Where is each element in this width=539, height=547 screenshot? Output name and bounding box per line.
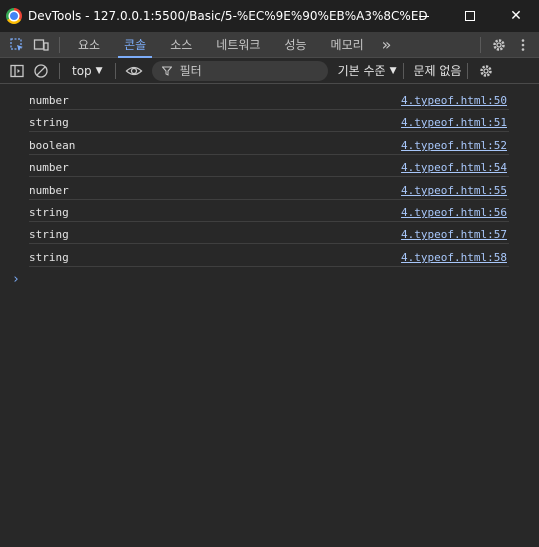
more-tabs-button[interactable]: » [376, 32, 398, 58]
inspect-element-button[interactable] [5, 33, 29, 57]
message-text: boolean [29, 139, 76, 152]
console-message: string 4.typeof.html:51 [29, 110, 509, 132]
message-text: number [29, 161, 69, 174]
source-link[interactable]: 4.typeof.html:57 [401, 228, 507, 241]
device-toggle-icon [33, 38, 49, 51]
eye-icon [125, 66, 143, 75]
divider [467, 62, 469, 79]
dropdown-caret-icon: ▼ [389, 65, 397, 76]
source-link[interactable]: 4.typeof.html:50 [401, 94, 507, 107]
settings-button[interactable] [487, 33, 511, 57]
more-options-button[interactable] [511, 33, 535, 57]
log-levels-label: 기본 수준 [337, 64, 386, 78]
filter-icon [161, 66, 172, 76]
console-message: string 4.typeof.html:58 [29, 245, 509, 267]
inspect-element-icon [10, 37, 23, 51]
divider [59, 62, 60, 79]
toggle-sidebar-button[interactable] [5, 59, 29, 83]
gear-icon [480, 64, 493, 77]
tab-performance[interactable]: 성능 [272, 32, 318, 58]
maximize-icon [465, 11, 475, 21]
console-output: number 4.typeof.html:50 string 4.typeof.… [0, 85, 539, 547]
issues-counter[interactable]: 문제 없음 [414, 62, 462, 79]
source-link[interactable]: 4.typeof.html:58 [401, 251, 507, 264]
close-button[interactable]: ✕ [493, 0, 539, 32]
close-icon: ✕ [510, 8, 522, 24]
source-link[interactable]: 4.typeof.html:51 [401, 116, 507, 129]
message-text: number [29, 94, 69, 107]
console-settings-button[interactable] [474, 59, 498, 83]
source-link[interactable]: 4.typeof.html:55 [401, 184, 507, 197]
tab-console[interactable]: 콘솔 [112, 32, 158, 58]
divider [114, 62, 116, 79]
console-message: boolean 4.typeof.html:52 [29, 133, 509, 155]
panel-tab-bar: 요소 콘솔 소스 네트워크 성능 메모리 » [0, 32, 539, 58]
kebab-menu-icon [521, 38, 525, 51]
console-message: number 4.typeof.html:54 [29, 155, 509, 177]
clear-icon [34, 63, 48, 78]
log-levels-dropdown[interactable]: 기본 수준 ▼ [338, 62, 397, 79]
console-prompt[interactable]: › [12, 272, 20, 287]
console-message: number 4.typeof.html:55 [29, 178, 509, 200]
divider [480, 36, 481, 53]
minimize-button[interactable] [401, 0, 447, 32]
source-link[interactable]: 4.typeof.html:54 [401, 161, 507, 174]
console-message: string 4.typeof.html:57 [29, 222, 509, 244]
live-expression-button[interactable] [122, 59, 146, 83]
tab-sources[interactable]: 소스 [158, 32, 204, 58]
tab-elements[interactable]: 요소 [66, 32, 112, 58]
message-text: number [29, 184, 69, 197]
source-link[interactable]: 4.typeof.html:56 [401, 206, 507, 219]
console-toolbar: top ▼ 필터 기본 수준 ▼ 문제 없음 [0, 58, 539, 84]
message-text: string [29, 251, 69, 264]
tab-network[interactable]: 네트워크 [204, 32, 272, 58]
sidebar-icon [10, 64, 24, 77]
divider [59, 36, 60, 53]
source-link[interactable]: 4.typeof.html:52 [401, 139, 507, 152]
device-toolbar-button[interactable] [29, 33, 53, 57]
message-text: string [29, 228, 69, 241]
message-text: string [29, 116, 69, 129]
maximize-button[interactable] [447, 0, 493, 32]
tab-memory[interactable]: 메모리 [319, 32, 376, 58]
context-selector[interactable]: top ▼ [66, 64, 109, 78]
message-text: string [29, 206, 69, 219]
chrome-logo-icon [6, 8, 22, 24]
divider [402, 62, 404, 79]
console-message: string 4.typeof.html:56 [29, 200, 509, 222]
clear-console-button[interactable] [29, 59, 53, 83]
dropdown-caret-icon: ▼ [95, 65, 103, 76]
filter-placeholder: 필터 [179, 64, 202, 78]
filter-input[interactable]: 필터 [151, 60, 328, 81]
window-title: DevTools - 127.0.0.1:5500/Basic/5-%EC%9E… [28, 9, 428, 23]
gear-icon [493, 38, 505, 51]
console-message: number 4.typeof.html:50 [29, 88, 509, 110]
context-label: top [72, 63, 92, 78]
window-title-bar: DevTools - 127.0.0.1:5500/Basic/5-%EC%9E… [0, 0, 539, 32]
window-controls: ✕ [401, 0, 539, 32]
minimize-icon [419, 15, 429, 17]
